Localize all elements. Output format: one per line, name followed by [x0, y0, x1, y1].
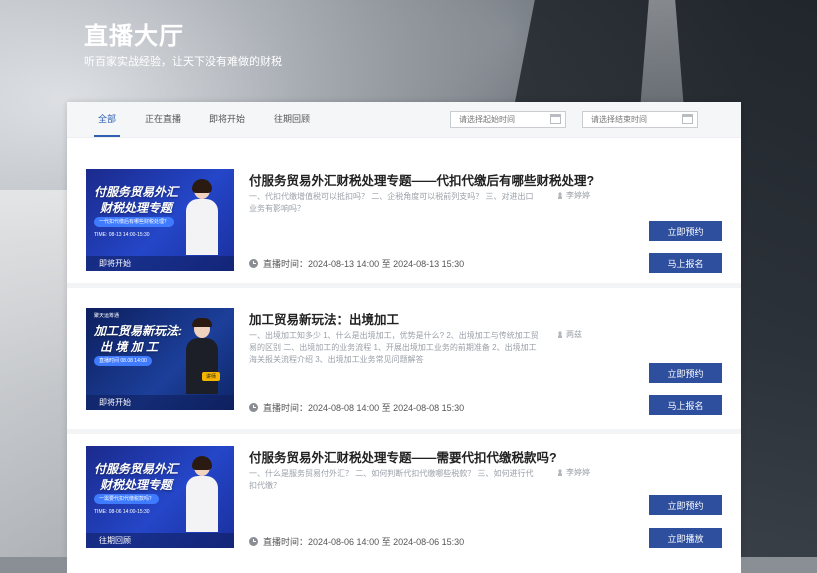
course-description: 一、出境加工知多少 1、什么是出境加工，优势是什么? 2、出境加工与传统加工贸易… [249, 331, 539, 364]
thumb-time: TIME: 08-06 14:00-15:30 [94, 509, 150, 515]
divider [67, 429, 741, 434]
start-time: 2024-08-08 14:00 [308, 403, 380, 413]
clock-icon [249, 259, 258, 268]
thumb-title-line: 付服务贸易外汇 [94, 185, 179, 199]
live-time-label: 直播时间： [263, 403, 309, 413]
register-button[interactable]: 马上报名 [649, 253, 722, 273]
divider [67, 283, 741, 288]
reserve-button[interactable]: 立即预约 [649, 495, 722, 515]
time-separator: 至 [381, 403, 391, 413]
speaker-photo [184, 179, 220, 255]
speaker-badge: 讲师 [201, 372, 220, 381]
course-card: 付服务贸易外汇 财税处理专题 一代扣代缴后有哪些财税处理？ TIME: 08-1… [67, 169, 741, 296]
thumb-title-line: 出 境 加 工 [100, 340, 159, 354]
live-time: 直播时间：2024-08-06 14:00 至 2024-08-06 15:30 [249, 535, 464, 548]
user-icon [557, 331, 563, 338]
live-time-label: 直播时间： [263, 259, 309, 269]
user-icon [557, 192, 563, 199]
thumb-topic-pill: 直播时间 08.08 14:00 [94, 356, 152, 366]
course-title[interactable]: 加工贸易新玩法：出境加工 [249, 309, 399, 328]
reserve-button[interactable]: 立即预约 [649, 363, 722, 383]
reserve-button[interactable]: 立即预约 [649, 221, 722, 241]
speaker-photo [184, 456, 220, 532]
page-subtitle: 听百家实战经验，让天下没有难做的财税 [84, 56, 282, 68]
author: 李婷婷 [557, 190, 590, 201]
author-name: 两兹 [566, 330, 582, 339]
tab-upcoming[interactable]: 即将开始 [209, 102, 245, 137]
time-separator: 至 [381, 537, 391, 547]
calendar-icon[interactable] [550, 114, 561, 124]
clock-icon [249, 403, 258, 412]
course-thumbnail[interactable]: 聚天运筹通 加工贸易新玩法: 出 境 加 工 直播时间 08.08 14:00 … [86, 308, 234, 410]
author-name: 李婷婷 [566, 468, 590, 477]
end-time: 2024-08-06 15:30 [393, 537, 465, 547]
thumb-title-line: 财税处理专题 [100, 201, 173, 215]
thumb-topic-pill: 一代扣代缴后有哪些财税处理？ [94, 217, 175, 227]
status-badge: 往期回顾 [86, 533, 234, 548]
register-button[interactable]: 马上报名 [649, 395, 722, 415]
status-badge: 即将开始 [86, 256, 234, 271]
tab-past-replay[interactable]: 往期回顾 [274, 102, 310, 137]
course-thumbnail[interactable]: 付服务贸易外汇 财税处理专题 一代扣代缴后有哪些财税处理？ TIME: 08-1… [86, 169, 234, 271]
course-card: 聚天运筹通 加工贸易新玩法: 出 境 加 工 直播时间 08.08 14:00 … [67, 308, 741, 435]
author: 两兹 [557, 329, 582, 340]
course-card: 付服务贸易外汇 财税处理专题 一需要代扣代缴税款吗？ TIME: 08-06 1… [67, 446, 741, 573]
course-title[interactable]: 付服务贸易外汇财税处理专题——需要代扣代缴税款吗? [249, 447, 557, 466]
start-time: 2024-08-13 14:00 [308, 259, 380, 269]
live-time-label: 直播时间： [263, 537, 309, 547]
thumb-title-line: 财税处理专题 [100, 478, 173, 492]
tab-live-now[interactable]: 正在直播 [145, 102, 181, 137]
thumb-title-line: 付服务贸易外汇 [94, 462, 179, 476]
filter-bar: 全部 正在直播 即将开始 往期回顾 [67, 102, 741, 138]
author-name: 李婷婷 [566, 191, 590, 200]
user-icon [557, 469, 563, 476]
speaker-photo [184, 318, 220, 394]
thumb-logo: 聚天运筹通 [94, 313, 120, 319]
clock-icon [249, 537, 258, 546]
end-date-input[interactable] [582, 111, 698, 128]
course-description: 一、什么是服务贸易付外汇？ 二、如何判断代扣代缴哪些税款？ 三、如何进行代扣代缴… [249, 469, 534, 490]
play-button[interactable]: 立即播放 [649, 528, 722, 548]
page-title: 直播大厅 [84, 23, 184, 50]
end-time: 2024-08-13 15:30 [393, 259, 465, 269]
status-badge: 即将开始 [86, 395, 234, 410]
tab-all[interactable]: 全部 [93, 102, 121, 137]
live-time: 直播时间：2024-08-08 14:00 至 2024-08-08 15:30 [249, 401, 464, 414]
course-description: 一、代扣代缴增值税可以抵扣吗？ 二、企税角度可以税前列支吗？ 三、对进出口业务有… [249, 192, 534, 213]
course-title[interactable]: 付服务贸易外汇财税处理专题——代扣代缴后有哪些财税处理? [249, 170, 594, 189]
start-time: 2024-08-06 14:00 [308, 537, 380, 547]
thumb-time: TIME: 08-13 14:00-15:30 [94, 232, 150, 238]
author: 李婷婷 [557, 467, 590, 478]
start-date-input[interactable] [450, 111, 566, 128]
live-list-panel: 全部 正在直播 即将开始 往期回顾 付服务贸易外汇 财税处理专题 一代扣代缴后有… [67, 102, 741, 573]
calendar-icon[interactable] [682, 114, 693, 124]
live-time: 直播时间：2024-08-13 14:00 至 2024-08-13 15:30 [249, 257, 464, 270]
thumb-topic-pill: 一需要代扣代缴税款吗？ [94, 494, 160, 504]
thumb-title-line: 加工贸易新玩法: [94, 324, 182, 338]
time-separator: 至 [381, 259, 391, 269]
course-thumbnail[interactable]: 付服务贸易外汇 财税处理专题 一需要代扣代缴税款吗？ TIME: 08-06 1… [86, 446, 234, 548]
end-time: 2024-08-08 15:30 [393, 403, 465, 413]
